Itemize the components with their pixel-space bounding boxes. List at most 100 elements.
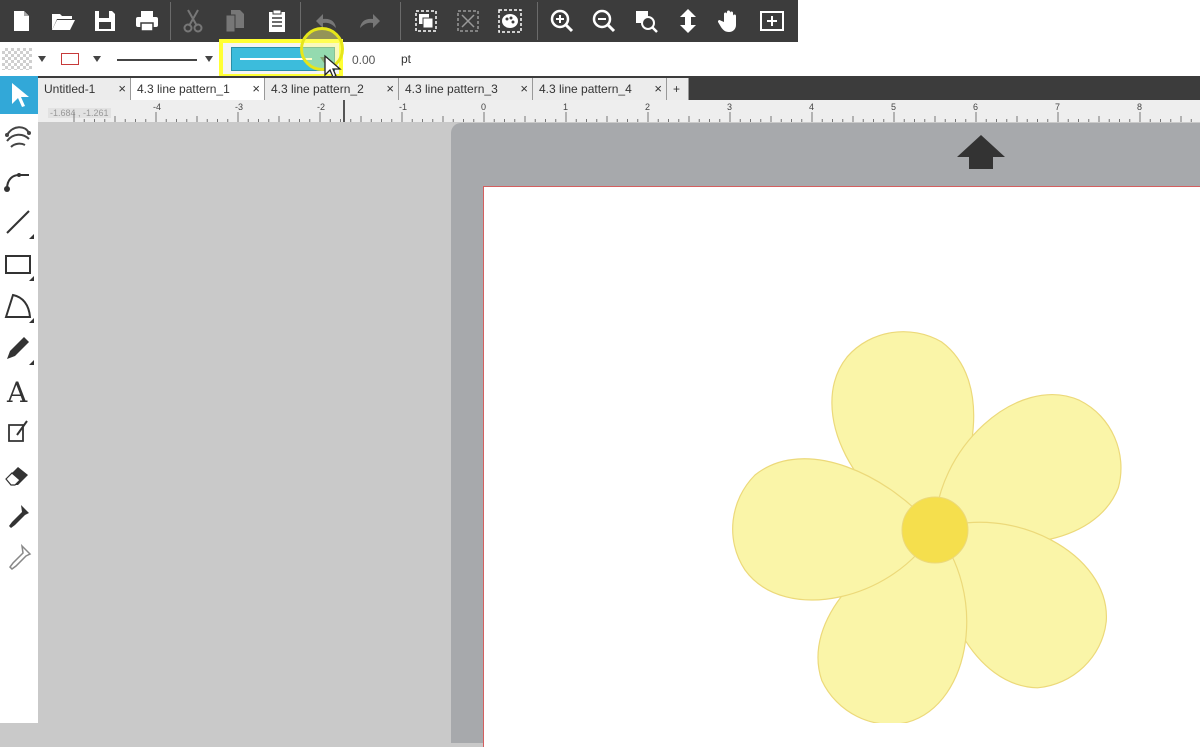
zoom-in-icon	[550, 9, 574, 33]
tab-untitled-1[interactable]: Untitled-1 ×	[38, 78, 131, 100]
ruler-label: 3	[727, 102, 733, 112]
text-icon: A	[6, 376, 28, 405]
line-point-tool[interactable]	[0, 160, 36, 200]
print-button[interactable]	[126, 0, 168, 42]
fit-window-icon	[760, 11, 784, 31]
tool-panel: A	[0, 76, 38, 723]
ruler-label: 5	[891, 102, 897, 112]
line-options-bar: 0.00 pt	[0, 27, 1200, 78]
line-icon	[6, 210, 30, 234]
tab-line-pattern-4[interactable]: 4.3 line pattern_4 ×	[533, 78, 667, 100]
palette-icon	[498, 9, 522, 33]
tab-label: 4.3 line pattern_3	[405, 82, 498, 96]
redo-icon	[360, 14, 380, 28]
eraser-tool[interactable]	[0, 454, 36, 494]
line-color-swatch[interactable]	[61, 53, 79, 65]
flower-shape[interactable]	[720, 325, 1160, 723]
zoom-out-button[interactable]	[583, 0, 625, 42]
draw-tool[interactable]	[0, 328, 36, 368]
zoom-in-button[interactable]	[541, 0, 583, 42]
move-page-button[interactable]	[667, 0, 709, 42]
ruler-label: 6	[973, 102, 979, 112]
save-icon	[95, 11, 115, 31]
feed-direction-arrow-icon	[957, 135, 1005, 169]
tab-label: 4.3 line pattern_4	[539, 82, 632, 96]
polygon-tool[interactable]	[0, 286, 36, 326]
group-icon	[415, 10, 437, 32]
tab-label: Untitled-1	[44, 82, 96, 96]
knife-tool[interactable]	[0, 412, 36, 452]
tab-close-icon[interactable]: ×	[252, 81, 260, 96]
tab-close-icon[interactable]: ×	[386, 81, 394, 96]
line-style-selector[interactable]	[117, 59, 197, 61]
scroll-edit-icon	[8, 420, 28, 442]
tab-line-pattern-3[interactable]: 4.3 line pattern_3 ×	[399, 78, 533, 100]
eraser-icon	[5, 467, 28, 486]
redo-button[interactable]	[348, 0, 390, 42]
eyedropper-icon	[9, 505, 29, 528]
bezier-curve-icon	[4, 173, 29, 192]
tab-line-pattern-1[interactable]: 4.3 line pattern_1 ×	[131, 78, 265, 100]
line-color-dropdown-arrow[interactable]	[93, 56, 101, 62]
group-button[interactable]	[405, 0, 447, 42]
pan-button[interactable]	[709, 0, 751, 42]
select-arrow-icon	[12, 83, 29, 107]
tab-label: 4.3 line pattern_1	[137, 82, 230, 96]
ruler-label: -1	[399, 102, 408, 112]
hand-icon	[717, 10, 736, 32]
zoom-select-button[interactable]	[625, 0, 667, 42]
line-width-value[interactable]: 0.00	[352, 53, 375, 67]
ungroup-button[interactable]	[447, 0, 489, 42]
rectangle-icon	[5, 255, 31, 274]
scissors-icon	[183, 9, 203, 33]
new-document-button[interactable]	[0, 0, 42, 42]
ruler-label: 7	[1055, 102, 1061, 112]
open-button[interactable]	[42, 0, 84, 42]
fit-to-window-button[interactable]	[751, 0, 793, 42]
tab-close-icon[interactable]: ×	[118, 81, 126, 96]
ruler-label: -2	[317, 102, 326, 112]
tab-label: 4.3 line pattern_2	[271, 82, 364, 96]
save-button[interactable]	[84, 0, 126, 42]
dropper-outline-icon	[9, 543, 32, 570]
edit-points-icon	[5, 126, 31, 148]
tab-close-icon[interactable]: ×	[654, 81, 662, 96]
zoom-out-icon	[592, 9, 616, 33]
ruler-label: 0	[481, 102, 487, 112]
tab-line-pattern-2[interactable]: 4.3 line pattern_2 ×	[265, 78, 399, 100]
horizontal-ruler: -1.684 , -1.261 -4 -3 -2 -1 0 1 2 3 4 5 6 7 8	[38, 100, 1200, 123]
line-width-unit: pt	[401, 52, 412, 66]
paste-button[interactable]	[256, 0, 298, 42]
text-tool[interactable]: A	[0, 370, 36, 410]
rectangle-tool[interactable]	[0, 244, 36, 284]
main-toolbar	[0, 0, 1200, 42]
printer-icon	[136, 11, 158, 32]
fill-swatch[interactable]	[2, 48, 32, 70]
new-tab-button[interactable]: +	[667, 78, 689, 100]
ruler-label: -3	[235, 102, 244, 112]
toolbar-empty-area	[798, 0, 1200, 42]
fill-dropdown-arrow[interactable]	[38, 56, 46, 62]
new-document-icon	[14, 11, 29, 31]
ruler-label: -4	[153, 102, 162, 112]
cut-button[interactable]	[172, 0, 214, 42]
ruler-label: 4	[809, 102, 815, 112]
zoom-select-icon	[636, 11, 658, 33]
edit-points-tool[interactable]	[0, 116, 36, 156]
eyedropper-tool[interactable]	[0, 496, 36, 536]
tab-close-icon[interactable]: ×	[520, 81, 528, 96]
open-folder-icon	[52, 14, 75, 30]
line-tool[interactable]	[0, 202, 36, 242]
copy-icon	[225, 10, 244, 33]
ruler-ticks	[73, 112, 1192, 122]
paint-bucket-tool[interactable]	[0, 538, 36, 578]
copy-button[interactable]	[214, 0, 256, 42]
select-tool[interactable]	[0, 76, 38, 114]
ruler-label: 1	[563, 102, 569, 112]
polygon-curve-icon	[4, 293, 32, 318]
fill-pattern-button[interactable]	[489, 0, 531, 42]
line-style-dropdown-arrow[interactable]	[205, 56, 213, 62]
ungroup-icon	[457, 10, 479, 32]
flower-center[interactable]	[901, 496, 969, 564]
ruler-label: 8	[1137, 102, 1143, 112]
